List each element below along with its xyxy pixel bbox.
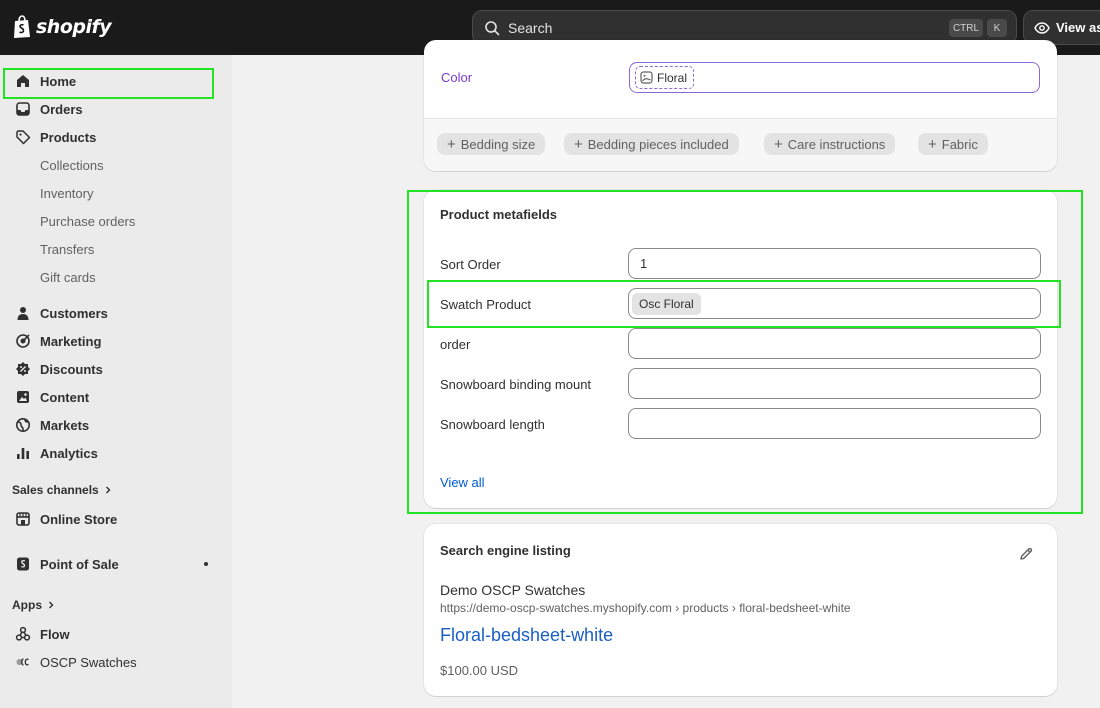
pill-label: Fabric (941, 136, 978, 152)
shopify-bag-icon (14, 15, 30, 38)
sidebar-item-online-store[interactable]: Online Store (0, 505, 232, 533)
sidebar-subitem-collections[interactable]: Collections (40, 158, 104, 173)
sidebar-item-discounts[interactable]: Discounts (0, 355, 232, 383)
oscp-icon (16, 658, 29, 666)
plus-icon: + (928, 135, 937, 153)
add-option-row: + Bedding size + Bedding pieces included +… (424, 118, 1057, 171)
target-icon (16, 334, 30, 348)
pos-icon (17, 557, 29, 571)
plus-icon: + (574, 135, 583, 153)
search-engine-listing-card: Search engine listing Demo OSCP Swatches… (424, 524, 1057, 696)
sidebar-item-flow[interactable]: Flow (0, 620, 232, 648)
add-care-instructions-button[interactable]: + Care instructions (764, 133, 896, 155)
globe-icon (16, 418, 30, 432)
sidebar-subitem-inventory[interactable]: Inventory (40, 186, 93, 201)
sidebar-item-orders[interactable]: Orders (0, 95, 232, 123)
sidebar-item-label: Flow (40, 626, 70, 642)
shortcut-ctrl-key: CTRL (949, 19, 983, 37)
sidebar-item-label: Discounts (40, 361, 103, 377)
bar-chart-icon (17, 448, 29, 459)
sidebar-item-content[interactable]: Content (0, 383, 232, 411)
inbox-icon (16, 102, 30, 116)
search-icon (485, 20, 500, 35)
sidebar-item-label: Marketing (40, 333, 102, 349)
add-bedding-size-button[interactable]: + Bedding size (437, 133, 546, 155)
sidebar-item-label: Point of Sale (40, 556, 119, 572)
sidebar-item-oscp-swatches[interactable]: OSCP Swatches (0, 648, 232, 676)
sidebar-item-customers[interactable]: Customers (0, 299, 232, 327)
search-placeholder: Search (508, 19, 553, 36)
seo-site-name: Demo OSCP Swatches (440, 582, 586, 598)
sidebar-item-label: OSCP Swatches (40, 654, 137, 670)
sidebar-item-marketing[interactable]: Marketing (0, 327, 232, 355)
store-icon (16, 512, 30, 526)
seo-page-title: Floral-bedsheet-white (440, 625, 614, 645)
pill-label: Bedding size (460, 136, 536, 152)
color-value-chip[interactable]: Floral (635, 66, 695, 89)
seo-card-title: Search engine listing (440, 543, 571, 558)
pill-label: Care instructions (787, 136, 886, 152)
swatch-product-highlight-box (427, 280, 1061, 328)
sidebar-item-label: Customers (40, 305, 108, 321)
metafields-highlight-box (407, 190, 1083, 514)
apps-label: Apps (12, 598, 42, 612)
sidebar-subitem-purchase-orders[interactable]: Purchase orders (40, 214, 135, 229)
sidebar-item-label: Markets (40, 417, 90, 433)
shortcut-k-key: K (987, 19, 1007, 37)
sidebar-item-label: Online Store (40, 511, 118, 527)
shopify-logo[interactable]: shopify (12, 14, 112, 40)
content-icon (17, 391, 29, 403)
sidebar-item-label: Content (40, 389, 90, 405)
products-highlight-box (3, 68, 214, 99)
flow-icon (15, 626, 31, 641)
eye-icon (1034, 21, 1050, 34)
sidebar-item-markets[interactable]: Markets (0, 411, 232, 439)
person-icon (17, 307, 29, 320)
logo-text: shopify (36, 16, 112, 38)
sidebar-item-label: Products (40, 129, 97, 145)
tag-icon (16, 130, 31, 145)
sidebar-item-label: Orders (40, 101, 83, 117)
view-as-label: View as (1056, 20, 1100, 35)
seo-price: $100.00 USD (440, 663, 519, 678)
sidebar-subitem-gift-cards[interactable]: Gift cards (40, 270, 96, 285)
sidebar-item-products[interactable]: Products (0, 123, 232, 151)
variant-options-card: Color Floral + Bedding size + Bedding piec… (424, 40, 1057, 171)
color-option-label[interactable]: Color (441, 70, 472, 85)
seo-url: https://demo-oscp-swatches.myshopify.com… (440, 601, 851, 615)
sales-channels-label: Sales channels (12, 483, 99, 497)
sidebar-item-analytics[interactable]: Analytics (0, 439, 232, 467)
unread-dot-indicator (204, 562, 208, 566)
pencil-edit-icon[interactable] (1018, 546, 1034, 562)
chevron-right-icon (49, 601, 54, 609)
add-fabric-button[interactable]: + Fabric (918, 133, 988, 155)
sidebar: Home Orders Products Collections Invento… (0, 55, 232, 708)
sidebar-item-label: Analytics (40, 445, 98, 461)
sidebar-subitem-transfers[interactable]: Transfers (40, 242, 94, 257)
pill-label: Bedding pieces included (587, 136, 729, 152)
sidebar-item-point-of-sale[interactable]: Point of Sale (0, 550, 232, 578)
chevron-right-icon (105, 486, 111, 494)
apps-header[interactable]: Apps (12, 598, 56, 612)
add-bedding-pieces-button[interactable]: + Bedding pieces included (564, 133, 739, 155)
plus-icon: + (774, 135, 783, 153)
plus-icon: + (447, 135, 456, 153)
discount-icon (16, 362, 30, 376)
color-value-text: Floral (657, 70, 688, 85)
image-swatch-icon (640, 71, 653, 84)
color-option-field[interactable]: Floral (629, 62, 1040, 93)
sales-channels-header[interactable]: Sales channels (12, 483, 113, 497)
